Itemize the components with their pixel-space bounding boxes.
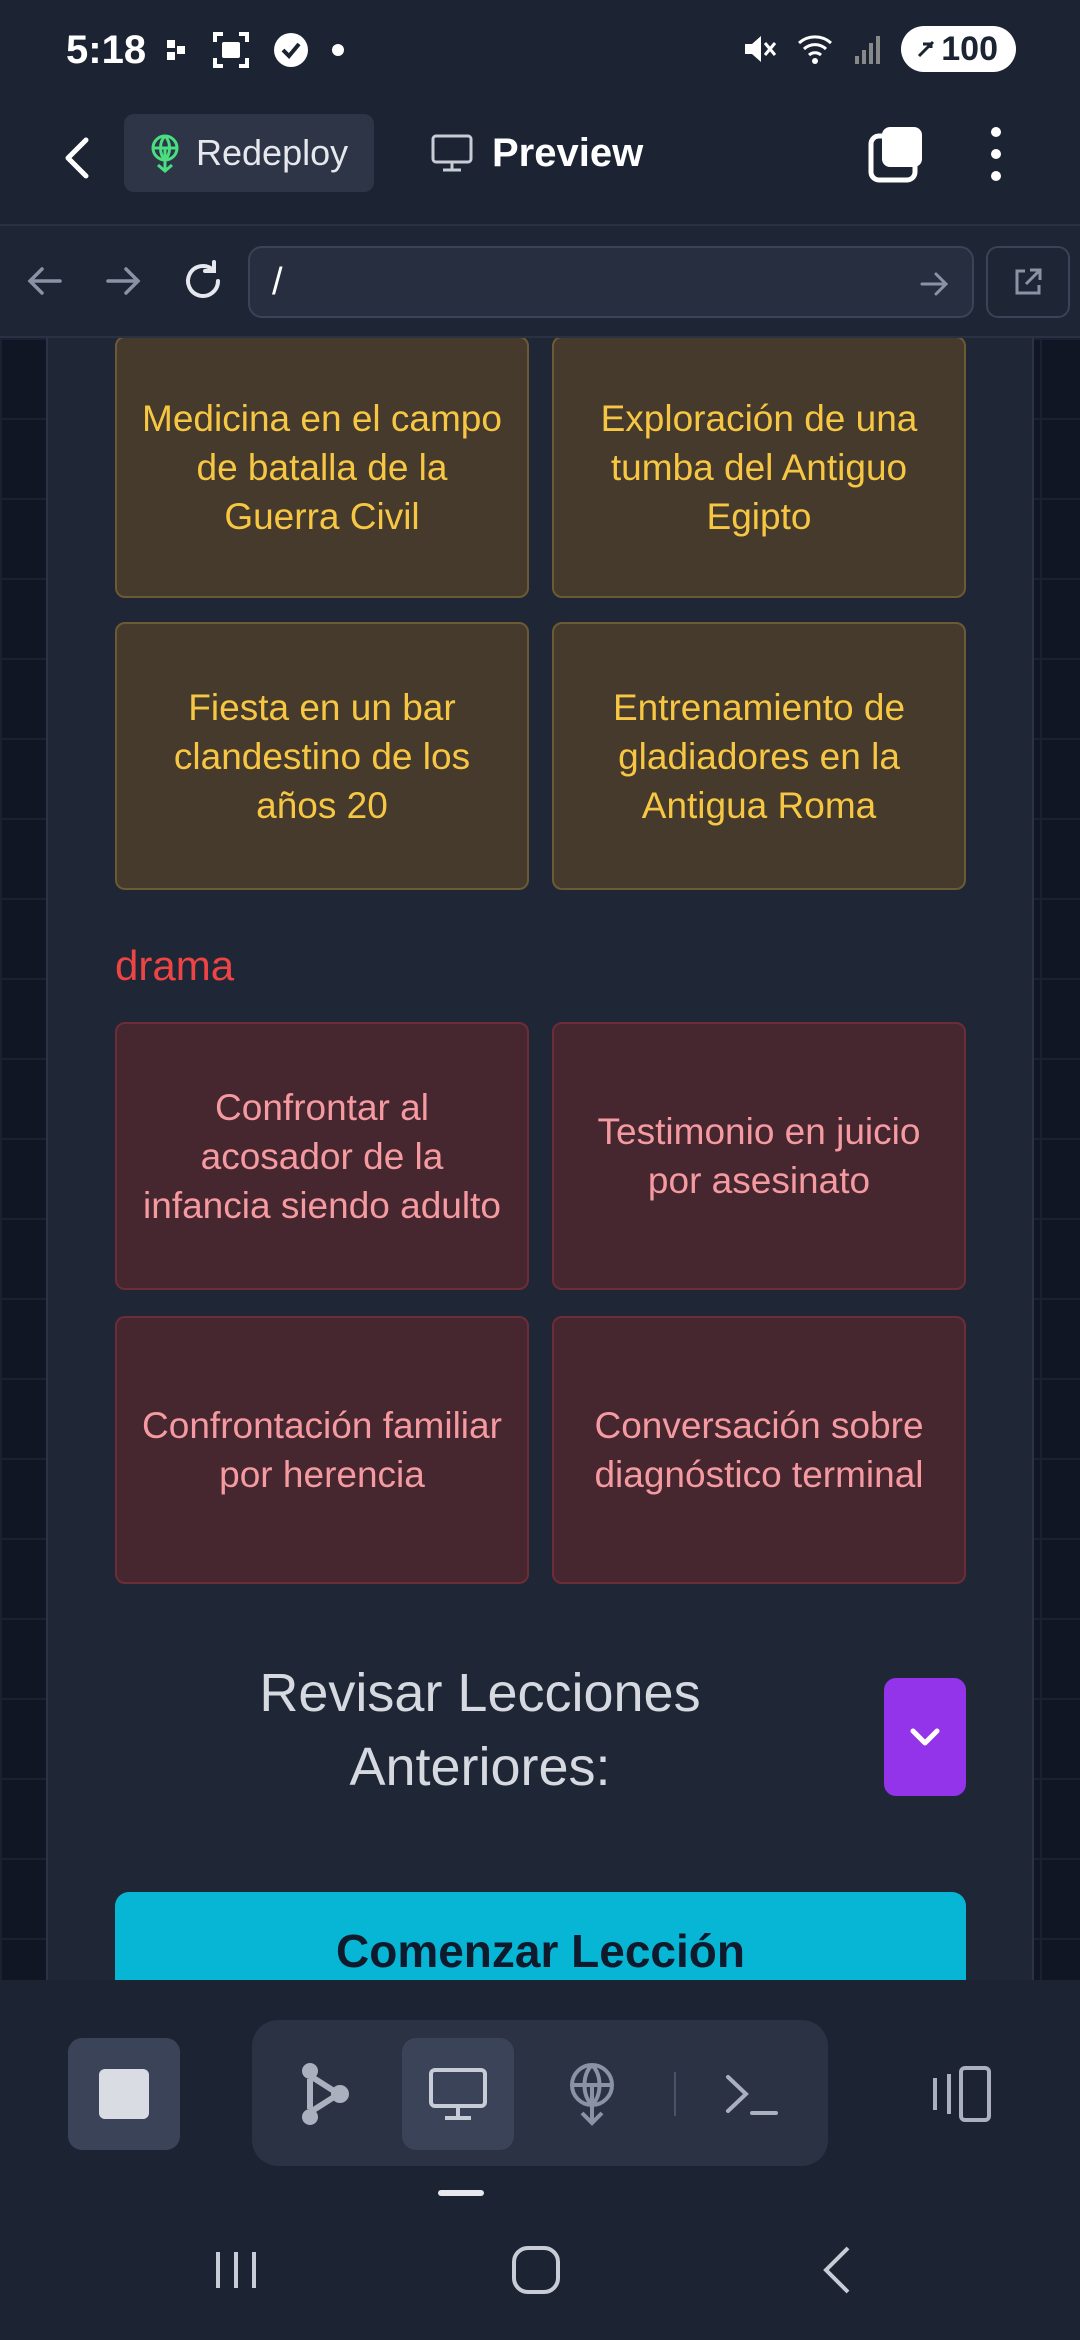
stop-button[interactable] xyxy=(68,2038,180,2150)
screen: 5:18 100 Redeploy Preview / Medicina en … xyxy=(0,0,1080,2340)
mute-icon xyxy=(745,36,777,62)
more-vertical-icon xyxy=(991,127,1001,181)
scenario-card-label: Testimonio en juicio por asesinato xyxy=(597,1111,921,1201)
bottom-toolbar xyxy=(0,1980,1080,2200)
scenario-card-label: Confrontación familiar por herencia xyxy=(142,1405,502,1495)
review-heading: Revisar Lecciones Anteriores: xyxy=(259,1663,701,1797)
tabs-button[interactable] xyxy=(866,124,926,184)
home-icon[interactable] xyxy=(506,2240,566,2300)
status-left-icons xyxy=(165,30,345,70)
scenario-card[interactable]: Testimonio en juicio por asesinato xyxy=(552,1022,966,1290)
browser-forward-button[interactable] xyxy=(98,256,148,306)
wifi-icon xyxy=(798,35,833,64)
reload-icon xyxy=(186,260,220,298)
tool-git[interactable] xyxy=(268,2038,380,2150)
deploy-globe-icon xyxy=(151,134,179,173)
scenario-card-label: Exploración de una tumba del Antiguo Egi… xyxy=(600,397,918,537)
monitor-icon xyxy=(431,134,473,172)
scenario-card-label: Confrontar al acosador de la infancia si… xyxy=(143,1086,501,1226)
scenario-card[interactable]: Confrontación familiar por herencia xyxy=(115,1316,529,1584)
open-external-button[interactable] xyxy=(986,246,1070,318)
status-right-icons: 100 xyxy=(741,26,1016,72)
preview-tab[interactable]: Preview xyxy=(430,114,643,192)
tool-divider xyxy=(674,2072,676,2116)
category-heading-drama: drama xyxy=(115,942,235,989)
check-circle-icon xyxy=(274,33,308,67)
status-time: 5:18 xyxy=(66,28,147,72)
home-indicator xyxy=(438,2190,484,2196)
battery-icon: 100 xyxy=(901,26,1016,72)
redeploy-button[interactable]: Redeploy xyxy=(124,114,374,192)
scenario-card[interactable]: Conversación sobre diagnóstico terminal xyxy=(552,1316,966,1584)
scenario-card-label: Medicina en el campo de batalla de la Gu… xyxy=(142,397,502,537)
deploy-globe-icon xyxy=(570,2063,614,2126)
external-link-icon xyxy=(1015,268,1042,295)
go-arrow-icon[interactable] xyxy=(916,266,952,302)
scenario-card[interactable]: Fiesta en un bar clandestino de los años… xyxy=(115,622,529,890)
scenario-card[interactable]: Entrenamiento de gladiadores en la Antig… xyxy=(552,622,966,890)
dot-icon xyxy=(332,44,344,56)
split-panel-icon xyxy=(933,2066,991,2122)
system-navigation xyxy=(0,2200,1080,2340)
redeploy-label: Redeploy xyxy=(196,132,349,173)
battery-level: 100 xyxy=(941,29,998,68)
tool-preview[interactable] xyxy=(402,2038,514,2150)
url-bar: / xyxy=(0,224,1080,338)
monitor-icon xyxy=(429,2068,487,2120)
review-expand-button[interactable] xyxy=(884,1678,966,1796)
tool-deploy[interactable] xyxy=(536,2038,648,2150)
arrow-right-icon xyxy=(106,267,141,295)
tool-console[interactable] xyxy=(696,2038,808,2150)
notification-dots-icon xyxy=(167,40,185,60)
terminal-icon xyxy=(726,2075,778,2115)
screenshot-icon xyxy=(213,32,249,68)
start-lesson-button[interactable]: Comenzar Lección xyxy=(115,1892,966,1980)
chevron-left-icon xyxy=(65,137,89,179)
app-bar: Redeploy Preview xyxy=(0,100,1080,224)
signal-icon xyxy=(855,36,881,64)
scenario-card[interactable]: Exploración de una tumba del Antiguo Egi… xyxy=(552,338,966,598)
url-value: / xyxy=(272,260,283,303)
scenario-card[interactable]: Medicina en el campo de batalla de la Gu… xyxy=(115,338,529,598)
more-options-button[interactable] xyxy=(976,122,1016,186)
tabs-icon xyxy=(868,127,922,183)
recent-apps-icon[interactable] xyxy=(206,2240,266,2300)
scenario-card-label: Fiesta en un bar clandestino de los años… xyxy=(173,686,471,826)
back-button[interactable] xyxy=(50,128,110,188)
scenario-card[interactable]: Confrontar al acosador de la infancia si… xyxy=(115,1022,529,1290)
preview-viewport[interactable]: Medicina en el campo de batalla de la Gu… xyxy=(0,338,1080,1980)
tool-switcher xyxy=(252,2020,828,2166)
arrow-left-icon xyxy=(27,267,62,295)
status-bar: 5:18 100 xyxy=(0,0,1080,100)
reload-button[interactable] xyxy=(178,256,228,306)
scenario-card-label: Entrenamiento de gladiadores en la Antig… xyxy=(612,686,906,826)
branch-icon xyxy=(302,2063,349,2125)
scenario-card-label: Conversación sobre diagnóstico terminal xyxy=(594,1405,924,1495)
chevron-down-icon xyxy=(910,1728,940,1746)
stop-icon xyxy=(99,2069,149,2119)
split-view-button[interactable] xyxy=(920,2038,1000,2150)
browser-back-button[interactable] xyxy=(20,256,70,306)
preview-label: Preview xyxy=(492,130,644,175)
back-nav-icon[interactable] xyxy=(810,2240,870,2300)
url-input[interactable]: / xyxy=(248,246,974,318)
